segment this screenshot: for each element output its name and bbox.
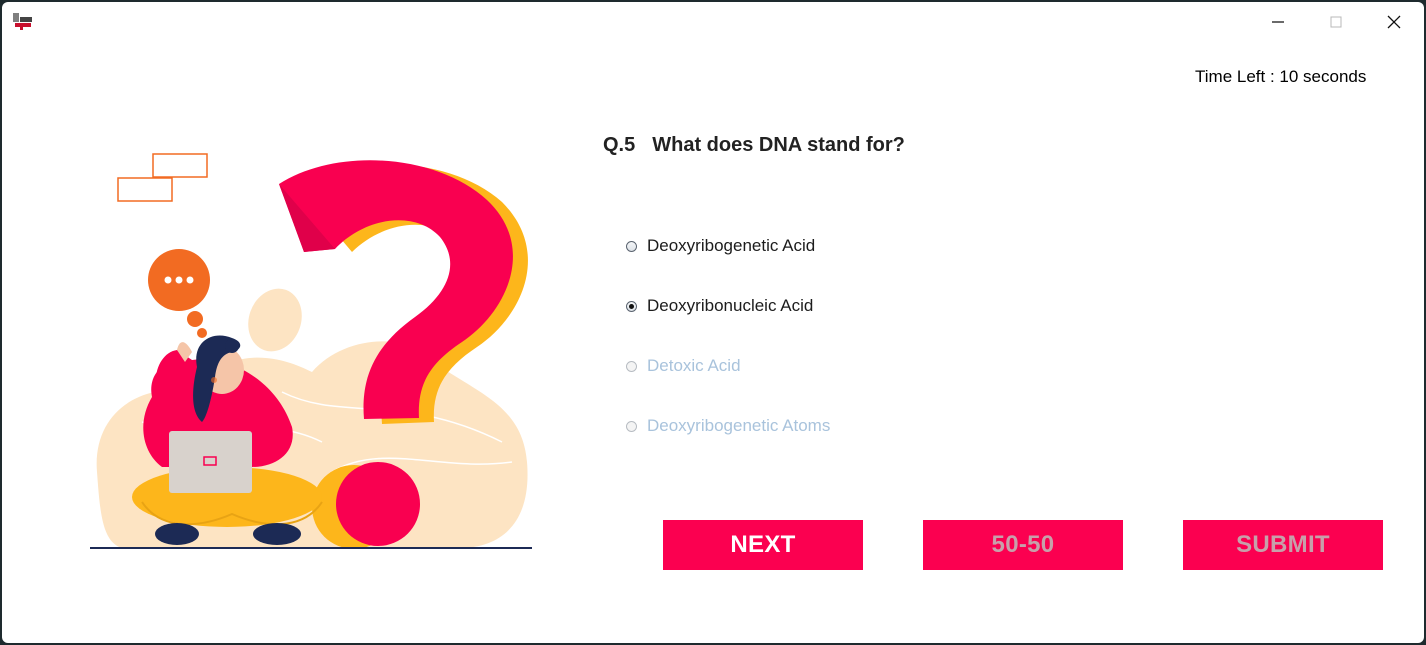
- maximize-icon: [1330, 16, 1342, 28]
- question-text: Q.5 What does DNA stand for?: [603, 134, 905, 157]
- time-left-value: 10 seconds: [1279, 67, 1367, 86]
- quiz-window: Time Left : 10 seconds Q.5 What does DNA…: [2, 2, 1424, 643]
- submit-button[interactable]: SUBMIT: [1183, 520, 1383, 570]
- option-3: Detoxic Acid: [626, 354, 741, 378]
- option-3-radio: [626, 360, 637, 372]
- minimize-button[interactable]: [1249, 2, 1307, 42]
- time-left-label: Time Left :: [1195, 67, 1280, 86]
- option-1-radio[interactable]: [626, 240, 637, 252]
- question-number: Q.5: [603, 134, 636, 156]
- option-2[interactable]: Deoxyribonucleic Acid: [626, 294, 813, 318]
- option-4-label: Deoxyribogenetic Atoms: [647, 416, 831, 435]
- fifty-fifty-button[interactable]: 50-50: [923, 520, 1123, 570]
- minimize-icon: [1272, 21, 1284, 23]
- option-2-label[interactable]: Deoxyribonucleic Acid: [647, 296, 813, 316]
- next-button[interactable]: NEXT: [663, 520, 863, 570]
- quiz-app-icon: [13, 13, 32, 30]
- close-icon: [1387, 15, 1401, 29]
- close-button[interactable]: [1365, 2, 1423, 42]
- maximize-button[interactable]: [1307, 2, 1365, 42]
- title-bar[interactable]: [2, 2, 1424, 42]
- option-3-label: Detoxic Acid: [647, 356, 741, 375]
- option-4: Deoxyribogenetic Atoms: [626, 414, 830, 438]
- radio-selected-dot: [629, 303, 634, 309]
- option-1-label[interactable]: Deoxyribogenetic Acid: [647, 236, 815, 256]
- thinking-person-illustration: [90, 153, 532, 549]
- option-4-radio: [626, 420, 637, 432]
- option-2-radio[interactable]: [626, 300, 637, 312]
- time-left-display: Time Left : 10 seconds: [1195, 67, 1366, 87]
- option-1[interactable]: Deoxyribogenetic Acid: [626, 234, 815, 258]
- question-body: What does DNA stand for?: [652, 134, 905, 156]
